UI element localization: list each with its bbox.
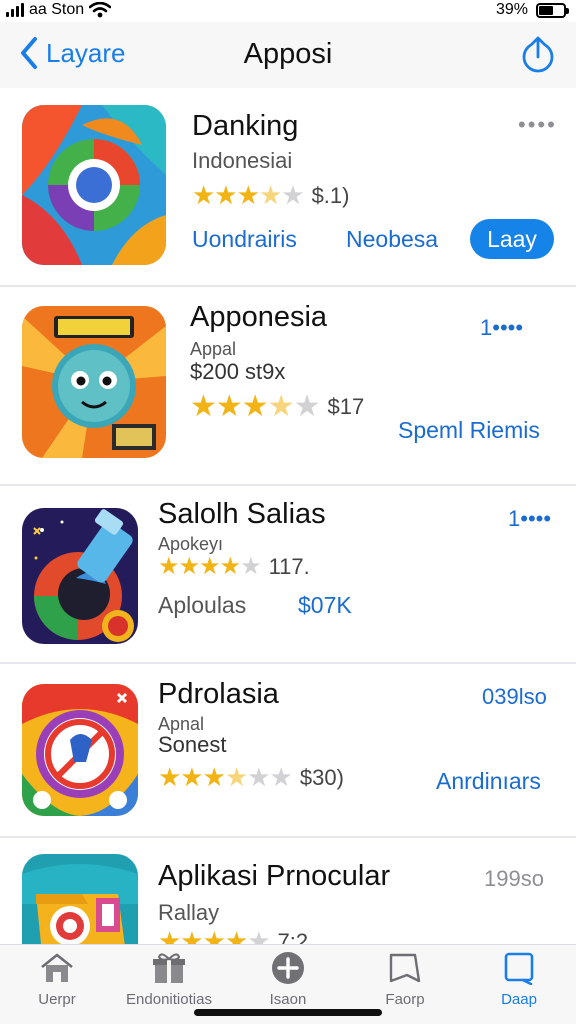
get-button[interactable]: Laay <box>470 219 554 259</box>
tab-label: Faorp <box>385 991 425 1008</box>
tablet-icon <box>504 952 534 985</box>
star-rating-icon: ★★★★★★ <box>158 762 293 792</box>
tab-apps[interactable]: Daap <box>464 951 574 1015</box>
gift-box-icon <box>153 953 185 983</box>
app-link[interactable]: Uondrairis <box>192 226 297 253</box>
rating: ★★★★★ 117. <box>158 552 310 581</box>
rating-text: $.1) <box>311 182 350 208</box>
tab-library[interactable]: Faorp <box>350 951 460 1015</box>
app-subtitle: Appal <box>190 339 237 359</box>
app-subtitle: Indonesiai <box>192 148 293 173</box>
tab-featured[interactable]: Endonitiotias <box>114 951 224 1015</box>
more-options-icon[interactable]: 039lso <box>482 684 547 710</box>
carrier-label: aa Ston <box>29 1 85 18</box>
app-link[interactable]: $07K <box>298 592 352 619</box>
app-link[interactable]: Neobesa <box>346 226 438 253</box>
rating: ★★★★★ 7:2 <box>158 926 308 944</box>
rating-text: 117. <box>268 553 310 579</box>
status-left: aa Ston <box>6 1 112 19</box>
plus-circle-icon <box>272 952 304 984</box>
chevron-left-icon <box>21 37 37 69</box>
rating-text: $17 <box>327 393 365 419</box>
battery-percent: 39% <box>495 1 528 18</box>
home-indicator <box>194 1009 382 1016</box>
paint-tube-icon <box>22 508 138 644</box>
list-item[interactable]: Aplikasi Prnocular Rallay ★★★★★ 7:2 199s… <box>0 838 576 944</box>
app-list: Danking Indonesiai ★★★★★ $.1) Uondrairis… <box>0 88 576 944</box>
stop-sign-icon <box>22 684 138 816</box>
star-rating-icon: ★★★★★ <box>158 926 271 944</box>
app-subtitle: Rallay <box>158 900 220 925</box>
ring-logo-icon <box>22 105 166 265</box>
rating-text: $30) <box>299 764 344 790</box>
app-name: Apponesia <box>190 301 328 333</box>
rating: ★★★★★ $.1) <box>192 180 349 211</box>
star-rating-icon: ★★★★★ <box>192 180 305 210</box>
list-item[interactable]: Salolh Salias Apokeyı ★★★★★ 117. Aploula… <box>0 486 576 662</box>
status-bar: aa Ston 39% <box>0 0 576 22</box>
tab-add[interactable]: Isaon <box>233 951 343 1015</box>
book-icon <box>389 953 421 983</box>
rating: ★★★★★ $17 <box>190 389 364 424</box>
signal-icon <box>6 3 24 17</box>
wifi-icon <box>89 2 112 18</box>
app-name: Danking <box>192 110 299 142</box>
cartoon-robot-icon <box>22 306 166 458</box>
tab-label: Isaon <box>269 991 307 1008</box>
rating: ★★★★★★ $30) <box>158 762 344 793</box>
status-right: 39% <box>495 1 569 19</box>
back-button[interactable]: Layare <box>18 36 126 70</box>
back-label: Layare <box>46 37 126 68</box>
rating-text: 7:2 <box>277 928 309 945</box>
app-price: Sonest <box>158 732 227 757</box>
app-link[interactable]: Anrdinıars <box>436 768 541 795</box>
more-options-icon[interactable]: •••• <box>518 112 557 138</box>
app-name: Salolh Salias <box>158 498 326 530</box>
more-options-icon[interactable]: 1•••• <box>480 315 523 341</box>
star-rating-icon: ★★★★★ <box>190 390 320 423</box>
tab-label: Uerpr <box>38 991 76 1008</box>
more-options-icon[interactable]: 1•••• <box>508 506 551 532</box>
navigation-bar: Layare Apposi <box>0 22 576 88</box>
share-icon[interactable] <box>520 34 556 74</box>
app-link[interactable]: Speml Riemis <box>398 417 540 444</box>
app-name: Pdrolasia <box>158 678 279 710</box>
battery-icon <box>536 2 569 18</box>
tab-home[interactable]: Uerpr <box>2 951 112 1015</box>
more-options-icon[interactable]: 199so <box>484 866 544 892</box>
list-item[interactable]: Pdrolasia Apnal Sonest ★★★★★★ $30) Anrdi… <box>0 664 576 836</box>
app-price: $200 st9x <box>190 359 286 384</box>
list-item[interactable]: Apponesia Appal $200 st9x ★★★★★ $17 Spem… <box>0 287 576 484</box>
tab-label: Daap <box>501 991 537 1008</box>
app-link[interactable]: Aploulas <box>158 592 246 619</box>
tab-label: Endonitiotias <box>126 991 212 1008</box>
app-name: Aplikasi Prnocular <box>158 860 391 892</box>
star-rating-icon: ★★★★★ <box>158 553 262 580</box>
list-item[interactable]: Danking Indonesiai ★★★★★ $.1) Uondrairis… <box>0 88 576 286</box>
folder-target-icon <box>22 854 138 944</box>
home-icon <box>41 953 73 982</box>
